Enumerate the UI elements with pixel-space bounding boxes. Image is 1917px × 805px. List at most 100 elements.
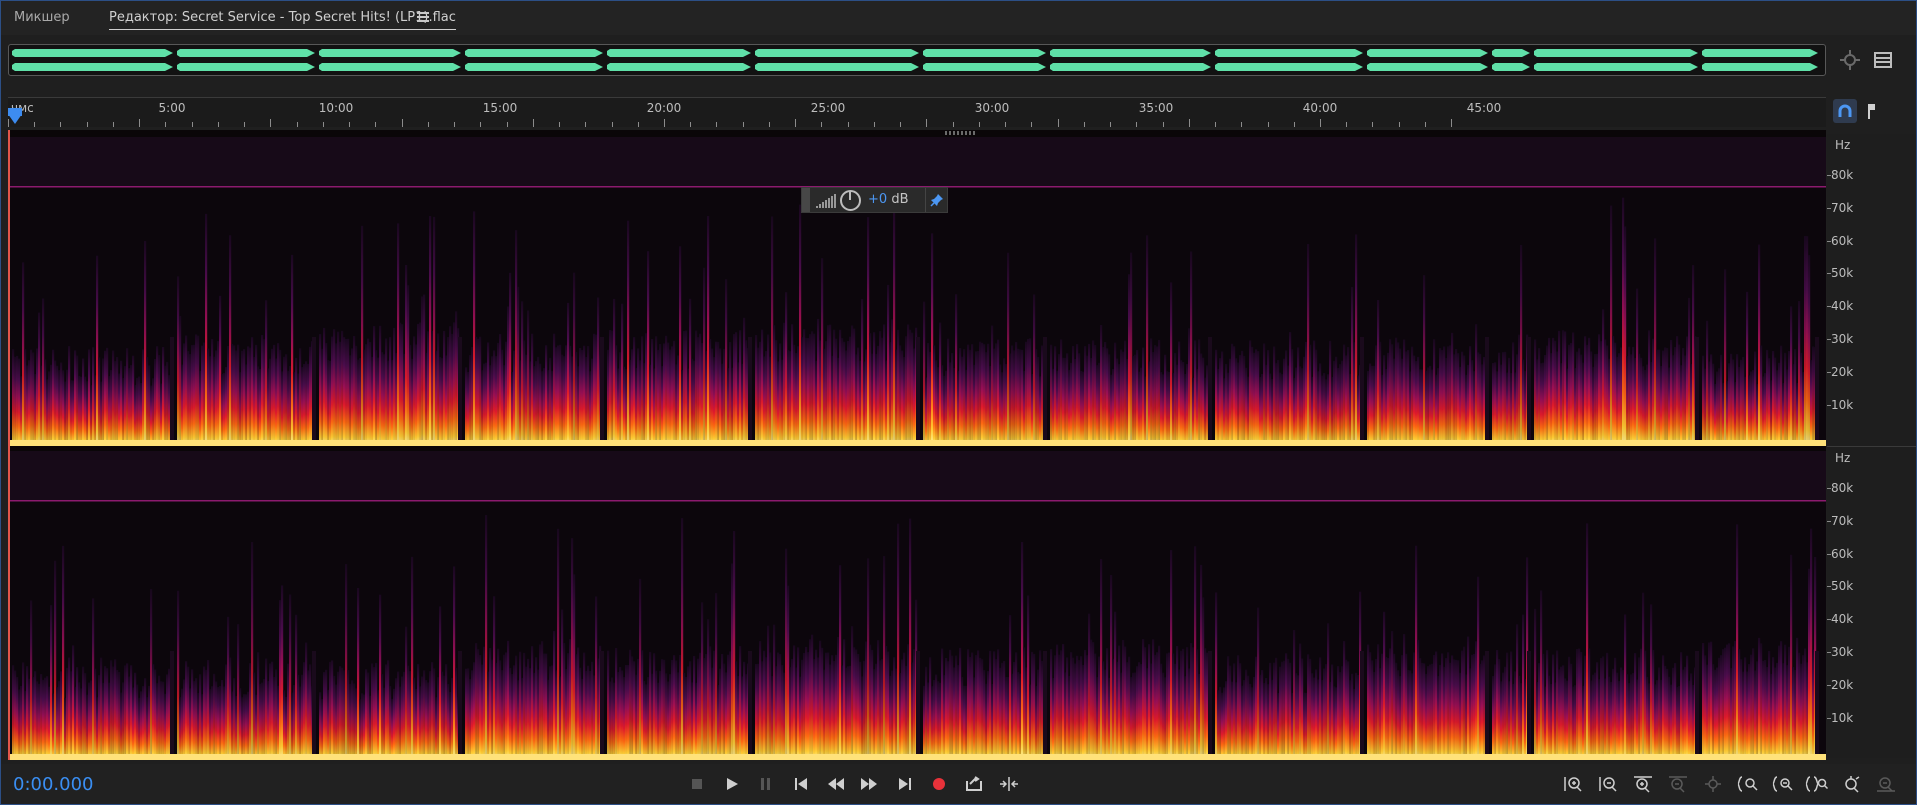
zoom-in-frequency-icon[interactable] <box>1839 771 1865 797</box>
gain-knob[interactable] <box>840 190 861 211</box>
spectrogram-column <box>239 372 242 446</box>
spectrogram-column <box>995 659 998 760</box>
spectrogram-column <box>1510 651 1513 760</box>
spectrogram-column <box>24 691 27 760</box>
spectrogram-column <box>497 648 500 760</box>
zoom-out-frequency-icon[interactable] <box>1873 771 1899 797</box>
spectrogram-column <box>859 360 862 446</box>
spectrogram-column <box>1403 339 1406 446</box>
spectrogram-column <box>689 661 692 760</box>
spectrogram-column <box>375 350 378 446</box>
spectrogram-column <box>343 337 346 446</box>
spectrogram-column <box>679 654 682 760</box>
spectrogram-column <box>745 340 748 446</box>
hud-drag-handle[interactable] <box>802 188 810 212</box>
pause-button[interactable] <box>753 771 779 797</box>
spectrogram-column <box>1550 684 1553 760</box>
magnet-icon[interactable] <box>1833 99 1857 123</box>
spectrogram-column <box>577 366 580 446</box>
spectrogram-channel-right[interactable] <box>8 451 1826 760</box>
spectrogram-column <box>1758 244 1761 446</box>
spectrogram-column <box>1090 639 1093 760</box>
spectral-display[interactable] <box>8 130 1826 760</box>
spectrogram-column <box>987 671 990 760</box>
zoom-in-at-selection-icon[interactable] <box>1770 771 1796 797</box>
spectrogram-column <box>132 355 135 446</box>
frequency-axis-left[interactable]: Hz 80k 70k 60k 50k 40k 30k 20k 10k <box>1826 134 1916 446</box>
spectrogram-column <box>399 686 402 760</box>
spectrogram-column <box>1345 659 1348 760</box>
fast-forward-button[interactable] <box>856 771 882 797</box>
spectrogram-column <box>983 344 986 446</box>
frequency-unit-label: Hz <box>1835 138 1851 152</box>
vertical-scroll-grip[interactable] <box>945 131 975 135</box>
frequency-axis-right[interactable]: Hz 80k 70k 60k 50k 40k 30k 20k 10k <box>1826 446 1916 758</box>
spectrogram-column <box>983 670 986 760</box>
hamburger-menu-icon[interactable] <box>417 12 429 22</box>
spectrogram-column <box>1389 339 1392 446</box>
overview-waveform-segment <box>755 49 919 57</box>
spectrogram-column <box>1570 343 1573 446</box>
spectrogram-graphic-right <box>8 451 1826 760</box>
zoom-out-full-icon[interactable] <box>1804 771 1830 797</box>
spectrogram-channel-left[interactable] <box>8 137 1826 446</box>
spectrogram-column <box>225 664 228 760</box>
stop-button[interactable] <box>684 771 710 797</box>
spectrogram-column <box>195 678 198 760</box>
play-button[interactable] <box>719 771 745 797</box>
spectrogram-column <box>1502 352 1505 446</box>
spectrogram-column <box>50 605 53 760</box>
zoom-lens-icon[interactable] <box>1839 49 1861 71</box>
spectrogram-column <box>969 349 972 446</box>
spectrogram-column <box>863 361 866 446</box>
track-gap <box>1360 337 1364 446</box>
spectrogram-column <box>1592 366 1595 446</box>
spectrogram-column <box>523 652 526 760</box>
waveform-overview[interactable] <box>8 44 1826 76</box>
record-button[interactable] <box>926 771 952 797</box>
spectrogram-column <box>1273 662 1276 760</box>
spectrogram-column <box>1140 367 1143 446</box>
go-to-end-button[interactable] <box>892 771 918 797</box>
spectrogram-column <box>549 357 552 446</box>
gain-readout[interactable]: +0 dB <box>868 192 908 207</box>
spectrogram-column <box>341 667 344 760</box>
timecode-display[interactable]: 0:00.000 <box>13 774 94 795</box>
pin-icon[interactable] <box>928 191 946 209</box>
skip-selection-button[interactable] <box>996 771 1022 797</box>
spectrogram-column <box>407 285 410 446</box>
zoom-in-amplitude-icon[interactable] <box>1560 771 1586 797</box>
panel-toggle-icon[interactable] <box>1872 49 1894 71</box>
marker-pin-icon[interactable] <box>1859 99 1883 123</box>
zoom-to-selection-icon[interactable] <box>1735 771 1761 797</box>
spectrogram-column <box>1594 354 1597 446</box>
ruler-tick <box>1398 122 1400 127</box>
spectrogram-column <box>403 671 406 760</box>
spectrogram-column <box>1590 680 1593 760</box>
zoom-reset-icon[interactable] <box>1700 771 1726 797</box>
spectrogram-column <box>743 661 746 760</box>
time-ruler[interactable]: чмс 5:00 10:00 15:00 20:00 25:00 30:00 35:00 40… <box>8 97 1826 127</box>
zoom-out-time-icon[interactable] <box>1665 771 1691 797</box>
playhead-marker[interactable] <box>8 108 22 124</box>
spectrogram-column <box>927 343 930 446</box>
spectrogram-column <box>1602 656 1605 760</box>
rewind-button[interactable] <box>823 771 849 797</box>
spectrogram-column <box>1343 641 1346 760</box>
spectrogram-column <box>573 272 576 446</box>
spectrogram-column <box>943 675 946 760</box>
track-gap <box>600 651 604 760</box>
zoom-out-amplitude-icon[interactable] <box>1595 771 1621 797</box>
spectrogram-column <box>1379 341 1382 446</box>
spectrogram-column <box>1419 658 1422 760</box>
loop-playback-button[interactable] <box>961 771 987 797</box>
spectrogram-column <box>733 334 736 446</box>
zoom-in-time-icon[interactable] <box>1630 771 1656 797</box>
spectrogram-column <box>1748 664 1751 760</box>
go-to-start-button[interactable] <box>788 771 814 797</box>
spectrogram-column <box>839 329 842 446</box>
spectrogram-column <box>122 682 125 760</box>
tab-editor[interactable]: Редактор: Secret Service - Top Secret Hi… <box>109 10 456 30</box>
tab-mixer[interactable]: Микшер <box>14 10 70 25</box>
spectrogram-column <box>1084 346 1087 446</box>
